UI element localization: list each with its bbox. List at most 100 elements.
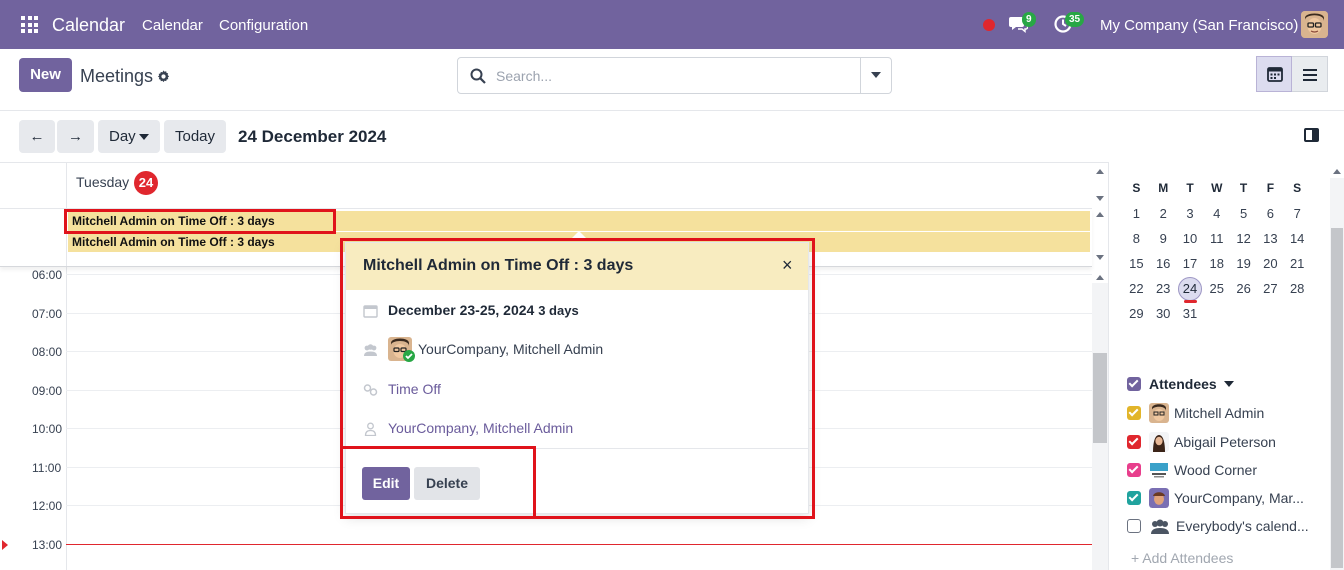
mini-calendar-day[interactable]: 3 bbox=[1177, 201, 1204, 226]
mini-calendar-day[interactable]: 28 bbox=[1284, 276, 1311, 301]
list-icon bbox=[1303, 69, 1317, 81]
mini-calendar-day[interactable]: 10 bbox=[1177, 226, 1204, 251]
scale-label: Day bbox=[109, 128, 136, 145]
attendee-checkbox[interactable] bbox=[1127, 519, 1141, 533]
mini-calendar-day-selected[interactable]: 24 bbox=[1177, 276, 1204, 303]
user-avatar[interactable] bbox=[1301, 11, 1328, 38]
menu-configuration[interactable]: Configuration bbox=[219, 17, 308, 34]
mini-calendar-day[interactable]: 8 bbox=[1123, 226, 1150, 251]
mini-calendar-day[interactable]: 7 bbox=[1284, 201, 1311, 226]
scale-dropdown[interactable]: Day bbox=[98, 120, 160, 153]
sidebar-scrollbar-thumb[interactable] bbox=[1331, 228, 1343, 568]
hour-label: 11:00 bbox=[32, 461, 62, 475]
list-view-button[interactable] bbox=[1292, 56, 1328, 92]
attendees-all-checkbox[interactable] bbox=[1127, 377, 1141, 391]
attendee-checkbox[interactable] bbox=[1127, 406, 1141, 420]
attendee-name: YourCompany, Mar... bbox=[1174, 490, 1304, 506]
apps-menu-icon[interactable] bbox=[21, 16, 38, 33]
sidebar-toggle-icon[interactable] bbox=[1304, 128, 1319, 142]
attendee-checkbox[interactable] bbox=[1127, 491, 1141, 505]
calendar-view-button[interactable] bbox=[1256, 56, 1292, 92]
mini-calendar: S M T W T F S 1 2 3 4 5 6 7 8 9 10 11 12… bbox=[1123, 176, 1319, 326]
weekday-label: S bbox=[1293, 181, 1302, 195]
weekday-label: T bbox=[1186, 181, 1194, 195]
attendee-avatar bbox=[1149, 460, 1169, 480]
hour-label: 06:00 bbox=[32, 268, 63, 282]
mini-calendar-day[interactable]: 29 bbox=[1123, 301, 1150, 326]
page-title: Meetings bbox=[80, 66, 154, 86]
caret-down-icon bbox=[1223, 381, 1234, 387]
current-date-title: 24 December 2024 bbox=[238, 127, 387, 146]
hour-label: 10:00 bbox=[32, 422, 63, 436]
mini-calendar-day[interactable]: 6 bbox=[1257, 201, 1284, 226]
mini-calendar-day[interactable]: 17 bbox=[1177, 251, 1204, 276]
attendee-name: Abigail Peterson bbox=[1174, 434, 1276, 450]
weekday-label: W bbox=[1211, 181, 1223, 195]
mini-calendar-day[interactable]: 16 bbox=[1150, 251, 1177, 276]
mini-calendar-day[interactable]: 14 bbox=[1284, 226, 1311, 251]
highlight-box bbox=[340, 446, 536, 519]
search-options-toggle[interactable] bbox=[860, 58, 891, 93]
mini-calendar-day[interactable]: 25 bbox=[1203, 276, 1230, 301]
new-button[interactable]: New bbox=[19, 58, 72, 92]
mini-calendar-day[interactable]: 30 bbox=[1150, 301, 1177, 326]
mini-calendar-day[interactable]: 13 bbox=[1257, 226, 1284, 251]
status-dot-icon[interactable] bbox=[983, 19, 995, 31]
mini-calendar-week: 8 9 10 11 12 13 14 bbox=[1123, 226, 1319, 251]
mini-calendar-day[interactable]: 23 bbox=[1150, 276, 1177, 301]
scroll-down-icon[interactable] bbox=[1096, 255, 1104, 260]
mini-calendar-day[interactable]: 2 bbox=[1150, 201, 1177, 226]
search-bar bbox=[457, 57, 892, 94]
attendee-avatar bbox=[1149, 432, 1169, 452]
mini-calendar-day[interactable]: 27 bbox=[1257, 276, 1284, 301]
hour-row[interactable]: 13:00 bbox=[0, 538, 1092, 570]
weekday-label: T bbox=[1239, 181, 1248, 195]
menu-calendar[interactable]: Calendar bbox=[142, 17, 203, 34]
mini-calendar-day[interactable]: 4 bbox=[1203, 201, 1230, 226]
mini-calendar-day[interactable]: 31 bbox=[1177, 301, 1204, 326]
scroll-up-icon[interactable] bbox=[1096, 169, 1104, 174]
mini-calendar-day[interactable]: 12 bbox=[1230, 226, 1257, 251]
users-icon bbox=[1151, 519, 1169, 534]
mini-calendar-weekdays: S M T W T F S bbox=[1123, 176, 1319, 201]
mini-calendar-day[interactable]: 1 bbox=[1123, 201, 1150, 226]
scroll-down-icon[interactable] bbox=[1096, 196, 1104, 201]
company-switcher[interactable]: My Company (San Francisco) bbox=[1100, 17, 1298, 34]
app-title[interactable]: Calendar bbox=[52, 15, 125, 36]
attendee-checkbox[interactable] bbox=[1127, 435, 1141, 449]
gear-icon[interactable] bbox=[157, 70, 170, 83]
mini-calendar-day[interactable]: 19 bbox=[1230, 251, 1257, 276]
highlight-box bbox=[64, 209, 336, 234]
hour-label: 12:00 bbox=[32, 499, 63, 513]
current-time-marker-icon bbox=[2, 540, 8, 550]
hour-label: 08:00 bbox=[32, 345, 63, 359]
mini-calendar-day[interactable]: 22 bbox=[1123, 276, 1150, 301]
popover-arrow bbox=[572, 231, 586, 238]
add-attendees-link[interactable]: + Add Attendees bbox=[1131, 550, 1233, 566]
scroll-up-icon[interactable] bbox=[1096, 212, 1104, 217]
today-button[interactable]: Today bbox=[164, 120, 226, 153]
previous-button[interactable]: ← bbox=[19, 120, 55, 153]
mini-calendar-day[interactable]: 5 bbox=[1230, 201, 1257, 226]
day-name: Tuesday bbox=[76, 174, 130, 190]
caret-down-icon bbox=[871, 72, 881, 78]
scroll-up-icon[interactable] bbox=[1333, 169, 1341, 174]
hour-label: 09:00 bbox=[32, 384, 63, 398]
mini-calendar-day[interactable]: 20 bbox=[1257, 251, 1284, 276]
caret-down-icon bbox=[139, 134, 149, 140]
mini-calendar-day[interactable]: 18 bbox=[1203, 251, 1230, 276]
mini-calendar-day[interactable]: 15 bbox=[1123, 251, 1150, 276]
attendee-checkbox[interactable] bbox=[1127, 463, 1141, 477]
attendees-filter-title[interactable]: Attendees bbox=[1149, 376, 1234, 392]
hour-label: 13:00 bbox=[32, 538, 63, 552]
mini-calendar-day[interactable]: 26 bbox=[1230, 276, 1257, 301]
scroll-up-icon[interactable] bbox=[1096, 275, 1104, 280]
next-button[interactable]: → bbox=[57, 120, 94, 153]
day-number-badge: 24 bbox=[134, 171, 158, 195]
search-input[interactable] bbox=[496, 67, 846, 85]
mini-calendar-day[interactable]: 21 bbox=[1284, 251, 1311, 276]
mini-calendar-day[interactable]: 11 bbox=[1203, 226, 1230, 251]
attendee-avatar bbox=[1149, 488, 1169, 508]
mini-calendar-day[interactable]: 9 bbox=[1150, 226, 1177, 251]
calendar-scrollbar-thumb[interactable] bbox=[1093, 353, 1107, 443]
